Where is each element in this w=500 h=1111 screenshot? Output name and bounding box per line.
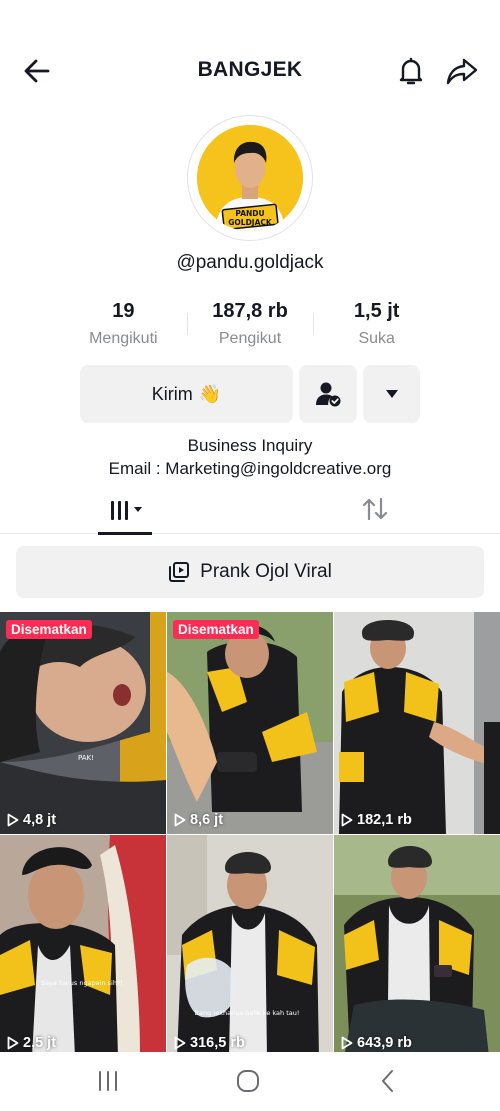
view-count-text: 316,5 rb — [190, 1035, 245, 1051]
avatar[interactable]: PANDU GOLDJACK — [187, 115, 313, 241]
view-count: 643,9 rb — [341, 1035, 412, 1051]
more-options-button[interactable] — [363, 365, 420, 423]
view-count-text: 4,8 jt — [23, 812, 57, 828]
system-nav-bar — [0, 1052, 500, 1111]
view-count: 182,1 rb — [341, 812, 412, 828]
stat-value: 187,8 rb — [212, 300, 288, 322]
tab-videos[interactable] — [98, 488, 152, 535]
bell-icon[interactable] — [394, 54, 428, 88]
playlist-button[interactable]: Prank Ojol Viral — [16, 546, 484, 598]
profile-handle: @pandu.goldjack — [176, 252, 324, 273]
view-count-text: 643,9 rb — [357, 1035, 412, 1051]
avatar-badge-bottom: GOLDJACK — [228, 218, 273, 227]
message-button[interactable]: Kirim 👋 — [80, 365, 293, 423]
avatar-image: PANDU GOLDJACK — [197, 125, 303, 231]
playlist-icon — [169, 562, 190, 582]
chevron-left-icon[interactable] — [373, 1066, 403, 1096]
video-caption: Bang Jekhar-us balik ke kah tau! — [195, 1009, 300, 1017]
video-thumbnail[interactable]: 182,1 rb — [334, 612, 500, 834]
video-thumbnail-image — [334, 835, 500, 1057]
video-thumbnail[interactable]: Bang Jekhar-us balik ke kah tau! 316,5 r… — [167, 835, 333, 1057]
play-icon — [341, 1036, 353, 1050]
play-icon — [174, 813, 186, 827]
video-thumbnail[interactable]: 643,9 rb — [334, 835, 500, 1057]
pinned-badge: Disematkan — [173, 620, 259, 639]
following-button[interactable] — [299, 365, 357, 423]
play-icon — [7, 813, 19, 827]
grid-bars-icon — [111, 501, 142, 520]
message-button-label: Kirim — [151, 383, 193, 404]
video-caption: Saya harus ngapain sih?! — [41, 979, 123, 987]
pinned-badge: Disematkan — [6, 620, 92, 639]
profile-stats: 19 Mengikuti 187,8 rb Pengikut 1,5 jt Su… — [60, 298, 440, 354]
share-arrow-icon[interactable] — [444, 54, 480, 88]
stat-value: 19 — [112, 300, 135, 322]
bio-line-2: Email : Marketing@ingoldcreative.org — [108, 459, 392, 478]
video-thumbnail[interactable]: Saya harus ngapain sih?! 2,5 jt — [0, 835, 166, 1057]
play-icon — [7, 1036, 19, 1050]
content-tabs — [0, 488, 500, 535]
play-icon — [174, 1036, 186, 1050]
repost-icon[interactable] — [360, 494, 390, 524]
stat-label: Pengikut — [218, 330, 282, 347]
home-circle-icon[interactable] — [233, 1066, 263, 1096]
video-grid: PAK! Disematkan 4,8 jt Disematkan 8,6 jt — [0, 612, 500, 1057]
play-icon — [341, 813, 353, 827]
video-thumbnail-image — [167, 612, 333, 834]
stat-following[interactable]: 19 Mengikuti — [60, 298, 187, 354]
view-count: 2,5 jt — [7, 1035, 56, 1051]
view-count: 8,6 jt — [174, 812, 223, 828]
playlist-label: Prank Ojol Viral — [200, 561, 332, 582]
video-thumbnail-image: PAK! — [0, 612, 166, 834]
video-thumbnail-image: Saya harus ngapain sih?! — [0, 835, 166, 1057]
bio-line-1: Business Inquiry — [187, 436, 313, 455]
stat-followers[interactable]: 187,8 rb Pengikut — [186, 298, 314, 354]
video-thumbnail-image: Bang Jekhar-us balik ke kah tau! — [167, 835, 333, 1057]
profile-bio: Business Inquiry Email : Marketing@ingol… — [0, 434, 500, 480]
caret-down-icon — [385, 390, 398, 398]
view-count-text: 2,5 jt — [23, 1035, 57, 1051]
stat-label: Suka — [358, 330, 395, 347]
view-count-text: 182,1 rb — [357, 812, 412, 828]
recent-apps-icon[interactable] — [93, 1066, 123, 1096]
stat-label: Mengikuti — [89, 330, 158, 347]
video-thumbnail[interactable]: PAK! Disematkan 4,8 jt — [0, 612, 166, 834]
view-count: 316,5 rb — [174, 1035, 245, 1051]
stat-likes[interactable]: 1,5 jt Suka — [313, 298, 440, 354]
stat-value: 1,5 jt — [353, 300, 400, 322]
video-thumbnail[interactable]: Disematkan 8,6 jt — [167, 612, 333, 834]
avatar-badge-top: PANDU — [235, 209, 264, 218]
wave-emoji: 👋 — [198, 383, 222, 404]
view-count-text: 8,6 jt — [190, 812, 224, 828]
video-caption: PAK! — [78, 754, 94, 762]
tab-active-indicator — [98, 532, 152, 535]
person-check-icon — [316, 382, 341, 407]
video-thumbnail-image — [334, 612, 500, 834]
view-count: 4,8 jt — [7, 812, 56, 828]
